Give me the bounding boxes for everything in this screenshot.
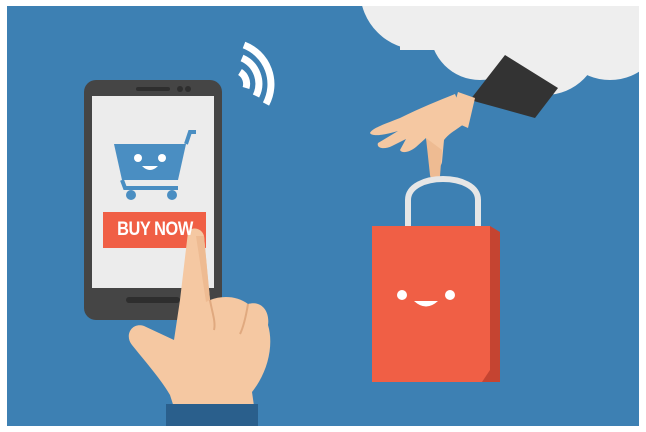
illustration-frame: BUY NOW — [0, 0, 646, 432]
wireless-signal-icon — [237, 41, 275, 106]
mobile-shopping-illustration — [84, 6, 639, 426]
buy-now-button[interactable]: BUY NOW — [112, 214, 198, 246]
shopping-bag-icon — [372, 176, 500, 382]
